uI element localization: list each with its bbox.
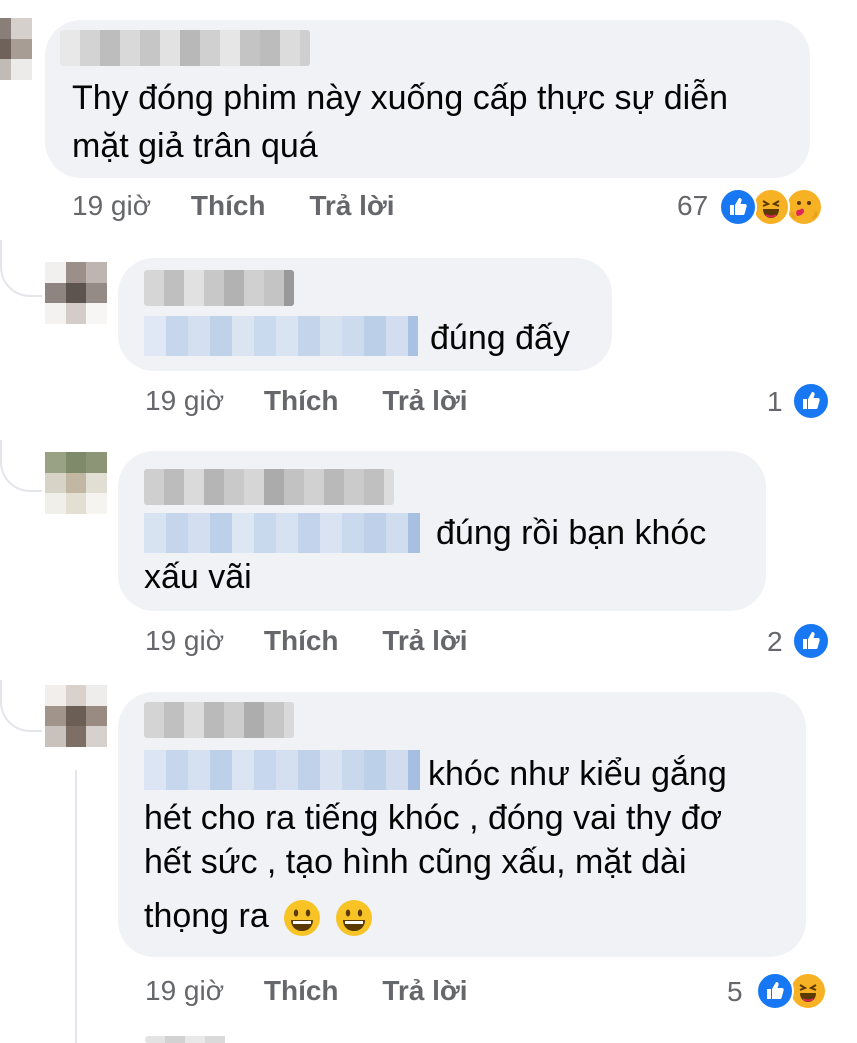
- thread-connector: [0, 440, 42, 492]
- thread-connector: [0, 680, 42, 732]
- comment-text-line: Thy đóng phim này xuống cấp thực sự diễn: [72, 79, 729, 117]
- comment-time[interactable]: 19 giờ: [145, 385, 224, 416]
- comment-text-line: mặt giả trân quá: [72, 127, 318, 165]
- comment-bubble: đúng đấy: [118, 258, 612, 371]
- like-icon[interactable]: [792, 382, 830, 420]
- comment-time[interactable]: 19 giờ: [145, 975, 224, 1006]
- comment-bubble: Thy đóng phim này xuống cấp thực sự diễn…: [45, 20, 810, 178]
- like-action[interactable]: Thích: [264, 385, 339, 416]
- like-icon[interactable]: [719, 188, 757, 226]
- reaction-count[interactable]: 5: [727, 976, 743, 1008]
- comment-meta: 19 giờ Thích Trả lời: [145, 625, 468, 657]
- like-action[interactable]: Thích: [264, 625, 339, 656]
- reaction-count[interactable]: 2: [767, 626, 783, 658]
- comment-text-line: đúng rồi bạn khóc: [436, 514, 707, 552]
- like-icon[interactable]: [756, 972, 794, 1010]
- like-action[interactable]: Thích: [264, 975, 339, 1006]
- grinning-face-icon: [334, 898, 374, 938]
- tagged-name-blurred[interactable]: [144, 750, 420, 790]
- commenter-name-blurred: [145, 1036, 295, 1043]
- reply-action[interactable]: Trả lời: [382, 385, 467, 416]
- reply-action[interactable]: Trả lời: [309, 190, 394, 221]
- reaction-count[interactable]: 1: [767, 386, 783, 418]
- like-icon[interactable]: [792, 622, 830, 660]
- commenter-name-blurred[interactable]: [144, 702, 294, 738]
- commenter-name-blurred[interactable]: [144, 270, 294, 306]
- comment-text-segment: thọng ra: [144, 897, 269, 935]
- commenter-name-blurred[interactable]: [144, 469, 394, 505]
- comment-meta: 19 giờ Thích Trả lời: [145, 975, 468, 1007]
- grinning-face-icon: [282, 898, 322, 938]
- comment-time[interactable]: 19 giờ: [145, 625, 224, 656]
- haha-icon[interactable]: [789, 972, 827, 1010]
- commenter-name-blurred[interactable]: [60, 30, 310, 66]
- comment-text-line: thọng ra: [144, 892, 374, 940]
- reply-action[interactable]: Trả lời: [382, 975, 467, 1006]
- haha-icon[interactable]: [752, 188, 790, 226]
- reply-action[interactable]: Trả lời: [382, 625, 467, 656]
- comment-text-line: hét cho ra tiếng khóc , đóng vai thy đơ: [144, 799, 722, 837]
- thread-connector: [0, 240, 42, 297]
- tagged-name-blurred[interactable]: [144, 513, 420, 553]
- comment-text-line: xấu vãi: [144, 558, 252, 596]
- thread-line: [75, 770, 77, 1043]
- reaction-count[interactable]: 67: [677, 190, 708, 222]
- tagged-name-blurred[interactable]: [144, 316, 418, 356]
- comment-meta: 19 giờ Thích Trả lời: [145, 385, 468, 417]
- avatar[interactable]: [45, 685, 107, 747]
- comment-text-line: hết sức , tạo hình cũng xấu, mặt dài: [144, 843, 687, 881]
- avatar[interactable]: [45, 452, 107, 514]
- like-action[interactable]: Thích: [191, 190, 266, 221]
- care-icon[interactable]: [785, 188, 823, 226]
- avatar[interactable]: [0, 18, 32, 80]
- comment-text-line: đúng đấy: [430, 319, 570, 357]
- comment-time[interactable]: 19 giờ: [72, 190, 151, 221]
- comment-text-line: khóc như kiểu gắng: [428, 755, 727, 793]
- comment-meta: 19 giờ Thích Trả lời: [72, 190, 395, 222]
- comment-bubble: đúng rồi bạn khóc xấu vãi: [118, 451, 766, 611]
- avatar[interactable]: [45, 262, 107, 324]
- comment-bubble: khóc như kiểu gắng hét cho ra tiếng khóc…: [118, 692, 806, 957]
